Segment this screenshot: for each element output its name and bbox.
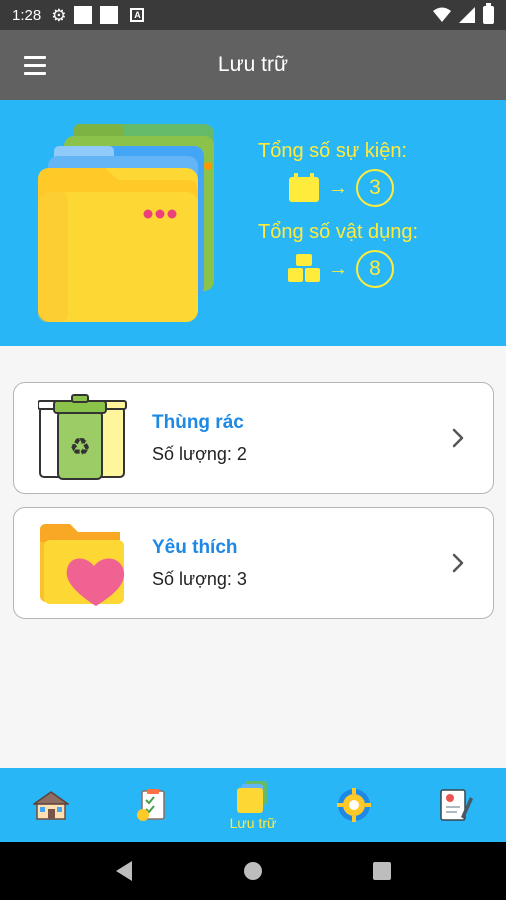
items-count: 8 — [356, 250, 394, 288]
back-button[interactable] — [104, 851, 144, 891]
favorites-title: Yêu thích — [152, 536, 238, 558]
square-icon — [74, 6, 93, 24]
recycle-bins-icon: ♻ — [38, 394, 127, 480]
favorites-card[interactable]: Yêu thích Số lượng: 3 — [13, 507, 494, 619]
events-label: Tổng số sự kiện: — [258, 140, 408, 162]
checklist-icon — [136, 789, 165, 821]
square-icon — [100, 6, 119, 24]
back-triangle-icon — [116, 861, 133, 881]
events-row: → 3 — [288, 169, 498, 207]
hamburger-icon[interactable] — [0, 30, 70, 100]
nav-checklist[interactable] — [101, 768, 202, 842]
battery-icon — [483, 3, 494, 24]
recents-button[interactable] — [362, 851, 402, 891]
nav-settings[interactable] — [304, 768, 405, 842]
status-time: 1:28 — [12, 6, 42, 24]
events-count: 3 — [356, 169, 394, 207]
summary-banner: Tổng số sự kiện: → 3 Tổng số vật dụng: →… — [0, 100, 506, 346]
trash-count: Số lượng: 2 — [152, 443, 247, 464]
items-row: → 8 — [288, 250, 498, 288]
signal-icon — [459, 7, 475, 23]
folders-illustration-icon — [38, 124, 214, 322]
document-pen-icon — [440, 789, 474, 821]
wifi-icon — [433, 7, 451, 22]
settings-gear-icon — [337, 788, 372, 822]
items-label: Tổng số vật dụng: — [258, 221, 419, 243]
nav-home[interactable] — [0, 768, 101, 842]
folders-icon — [237, 781, 267, 813]
arrow-icon: → — [328, 176, 348, 199]
nav-storage-label: Lưu trữ — [229, 815, 277, 831]
home-circle-icon — [243, 862, 262, 880]
status-bar: 1:28 ⚙ A — [0, 0, 506, 30]
bottom-nav: Lưu trữ — [0, 768, 506, 842]
nav-document[interactable] — [405, 768, 506, 842]
home-button[interactable] — [233, 851, 273, 891]
system-nav-bar — [0, 842, 506, 900]
chevron-right-icon — [452, 428, 464, 448]
app-bar: Lưu trữ — [0, 30, 506, 100]
recents-square-icon — [372, 862, 391, 880]
calendar-icon — [289, 173, 319, 202]
trash-title: Thùng rác — [152, 411, 244, 433]
trash-card[interactable]: ♻ Thùng rác Số lượng: 2 — [13, 382, 494, 494]
summary-stats: Tổng số sự kiện: → 3 Tổng số vật dụng: →… — [258, 140, 498, 302]
page-title: Lưu trữ — [217, 53, 289, 76]
gear-icon: ⚙ — [51, 5, 67, 25]
svg-text:♻: ♻ — [69, 433, 91, 461]
home-icon — [32, 791, 69, 820]
chevron-right-icon — [452, 553, 464, 573]
a-box-icon: A — [130, 8, 145, 22]
nav-storage[interactable]: Lưu trữ — [202, 768, 303, 842]
boxes-icon — [288, 254, 320, 282]
heart-folder-icon — [40, 524, 125, 606]
arrow-icon: → — [328, 257, 348, 280]
favorites-count: Số lượng: 3 — [152, 568, 247, 589]
